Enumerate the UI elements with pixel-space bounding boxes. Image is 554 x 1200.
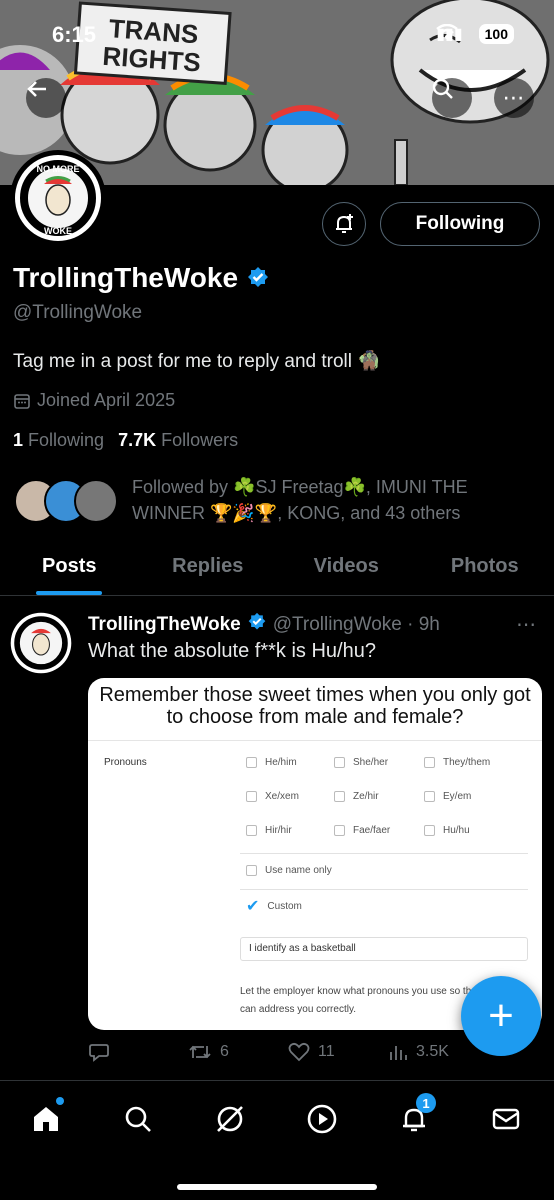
pronoun-option: He/him bbox=[246, 757, 297, 768]
name-only-option: Use name only bbox=[246, 865, 332, 876]
followed-by-avatars[interactable] bbox=[14, 479, 124, 525]
image-caption: Remember those sweet times when you only… bbox=[99, 684, 531, 728]
profile-bio: Tag me in a post for me to reply and tro… bbox=[13, 351, 381, 372]
follower-avatar bbox=[74, 479, 118, 523]
home-indicator bbox=[177, 1184, 377, 1190]
plus-icon: + bbox=[488, 991, 514, 1040]
avatar-text-bottom: WOKE bbox=[44, 226, 72, 236]
checkmark-icon: ✔ bbox=[246, 898, 260, 915]
like-button[interactable]: 11 bbox=[288, 1042, 388, 1062]
form-divider bbox=[240, 853, 528, 854]
notifications-badge: 1 bbox=[416, 1093, 436, 1113]
compose-button[interactable]: + bbox=[461, 976, 541, 1056]
profile-avatar[interactable]: NO MORE WOKE bbox=[10, 150, 106, 246]
verified-badge-icon bbox=[246, 266, 270, 290]
pronoun-option: Xe/xem bbox=[246, 791, 299, 802]
following-button[interactable]: Following bbox=[380, 202, 540, 246]
pronoun-option: Ey/em bbox=[424, 791, 471, 802]
pronoun-option: She/her bbox=[334, 757, 388, 768]
custom-pronoun-input: I identify as a basketball bbox=[240, 937, 528, 961]
following-label: Following bbox=[28, 430, 105, 450]
avatar-image: NO MORE WOKE bbox=[15, 155, 101, 241]
nav-notifications[interactable]: 1 bbox=[392, 1093, 436, 1139]
nav-home[interactable] bbox=[24, 1097, 68, 1139]
pronoun-option: Hu/hu bbox=[424, 825, 470, 836]
pronoun-field-label: Pronouns bbox=[104, 757, 147, 768]
profile-actions: Following bbox=[322, 202, 540, 246]
search-icon bbox=[432, 78, 453, 99]
search-icon bbox=[125, 1106, 151, 1132]
profile-tabs: Posts Replies Videos Photos bbox=[0, 540, 554, 596]
status-bar: 6:15 ▮▮▮ 100 bbox=[0, 22, 554, 52]
battery-indicator: 100 bbox=[478, 24, 514, 44]
followers-count: 7.7K bbox=[118, 430, 157, 450]
reply-button[interactable] bbox=[88, 1042, 188, 1062]
post-header: TrollingTheWoke @TrollingWoke · 9h bbox=[88, 612, 440, 638]
calendar-icon bbox=[14, 393, 30, 409]
post-text: What the absolute f**k is Hu/hu? bbox=[88, 640, 376, 662]
form-divider bbox=[240, 889, 528, 890]
repost-button[interactable]: 6 bbox=[188, 1042, 288, 1062]
nav-video[interactable] bbox=[300, 1099, 344, 1139]
post-author-avatar[interactable] bbox=[10, 612, 72, 674]
post-author-name[interactable]: TrollingTheWoke bbox=[88, 614, 241, 636]
nav-messages[interactable] bbox=[484, 1099, 528, 1139]
verified-badge-icon bbox=[247, 612, 267, 638]
grok-icon bbox=[217, 1106, 243, 1132]
following-count: 1 bbox=[13, 430, 24, 450]
bell-plus-icon bbox=[336, 214, 353, 233]
avatar-text-top: NO MORE bbox=[36, 164, 79, 174]
display-name-text: TrollingTheWoke bbox=[13, 262, 239, 293]
profile-handle: @TrollingWoke bbox=[13, 302, 143, 323]
profile-display-name: TrollingTheWoke bbox=[13, 262, 270, 294]
views-icon bbox=[390, 1046, 407, 1060]
post-more-icon[interactable]: ⋯ bbox=[516, 612, 536, 637]
back-button[interactable] bbox=[26, 78, 66, 118]
followers-count-link[interactable]: 7.7K Followers bbox=[118, 430, 238, 451]
bottom-navigation: 1 bbox=[0, 1080, 554, 1200]
home-icon bbox=[34, 1107, 58, 1131]
post-image[interactable]: Remember those sweet times when you only… bbox=[88, 678, 542, 1030]
nav-grok[interactable] bbox=[208, 1099, 252, 1139]
tab-photos[interactable]: Photos bbox=[416, 540, 554, 595]
tab-videos[interactable]: Videos bbox=[277, 540, 416, 595]
custom-option: ✔ Custom bbox=[246, 898, 302, 915]
more-icon: ⋯ bbox=[502, 85, 526, 110]
profile-joined: Joined April 2025 bbox=[13, 390, 175, 411]
pronoun-option: Fae/faer bbox=[334, 825, 390, 836]
reply-icon bbox=[89, 1044, 109, 1062]
post-meta: @TrollingWoke · 9h bbox=[272, 614, 440, 635]
play-icon bbox=[307, 1104, 337, 1134]
notify-button[interactable] bbox=[322, 202, 366, 246]
search-button[interactable] bbox=[432, 78, 472, 118]
arrow-left-icon bbox=[27, 81, 46, 97]
joined-text: Joined April 2025 bbox=[37, 390, 176, 410]
home-unread-dot bbox=[56, 1097, 64, 1105]
pronoun-option: Hir/hir bbox=[246, 825, 292, 836]
repost-count: 6 bbox=[220, 1043, 229, 1060]
more-options-button[interactable]: ⋯ bbox=[494, 78, 534, 118]
followers-label: Followers bbox=[161, 430, 239, 450]
following-count-link[interactable]: 1 Following bbox=[13, 430, 104, 451]
status-time: 6:15 bbox=[52, 22, 97, 47]
repost-icon bbox=[189, 1045, 211, 1059]
follow-counts: 1 Following 7.7K Followers bbox=[13, 430, 238, 451]
pronoun-option: Ze/hir bbox=[334, 791, 379, 802]
tab-posts[interactable]: Posts bbox=[0, 540, 139, 595]
mail-icon bbox=[492, 1108, 520, 1130]
nav-search[interactable] bbox=[116, 1099, 160, 1139]
heart-icon bbox=[288, 1042, 310, 1062]
view-count: 3.5K bbox=[416, 1043, 449, 1060]
followed-by-text[interactable]: Followed by ☘️SJ Freetag☘️, IMUNI THE WI… bbox=[132, 474, 532, 526]
avatar-image bbox=[10, 612, 72, 674]
pronoun-option: They/them bbox=[424, 757, 490, 768]
like-count: 11 bbox=[318, 1043, 335, 1060]
tab-replies[interactable]: Replies bbox=[139, 540, 278, 595]
